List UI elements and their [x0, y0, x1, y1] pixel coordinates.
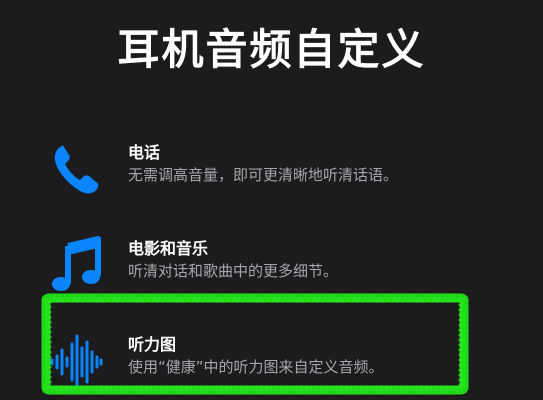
option-audiogram[interactable]: 听力图 使用“健康”中的听力图来自定义音频。 — [0, 332, 543, 392]
phone-icon — [48, 140, 104, 200]
option-phone[interactable]: 电话 无需调高音量，即可更清晰地听清话语。 — [0, 140, 543, 200]
waveform-icon — [48, 332, 104, 392]
option-phone-description: 无需调高音量，即可更清晰地听清话语。 — [128, 166, 399, 184]
option-audiogram-label: 听力图 — [128, 335, 177, 354]
music-note-icon — [48, 236, 104, 296]
option-media-label: 电影和音乐 — [128, 239, 209, 258]
option-phone-label: 电话 — [128, 143, 161, 162]
option-media[interactable]: 电影和音乐 听清对话和歌曲中的更多细节。 — [0, 236, 543, 296]
option-media-description: 听清对话和歌曲中的更多细节。 — [128, 262, 339, 280]
page-title: 耳机音频自定义 — [117, 25, 426, 74]
option-audiogram-description: 使用“健康”中的听力图来自定义音频。 — [128, 358, 384, 376]
